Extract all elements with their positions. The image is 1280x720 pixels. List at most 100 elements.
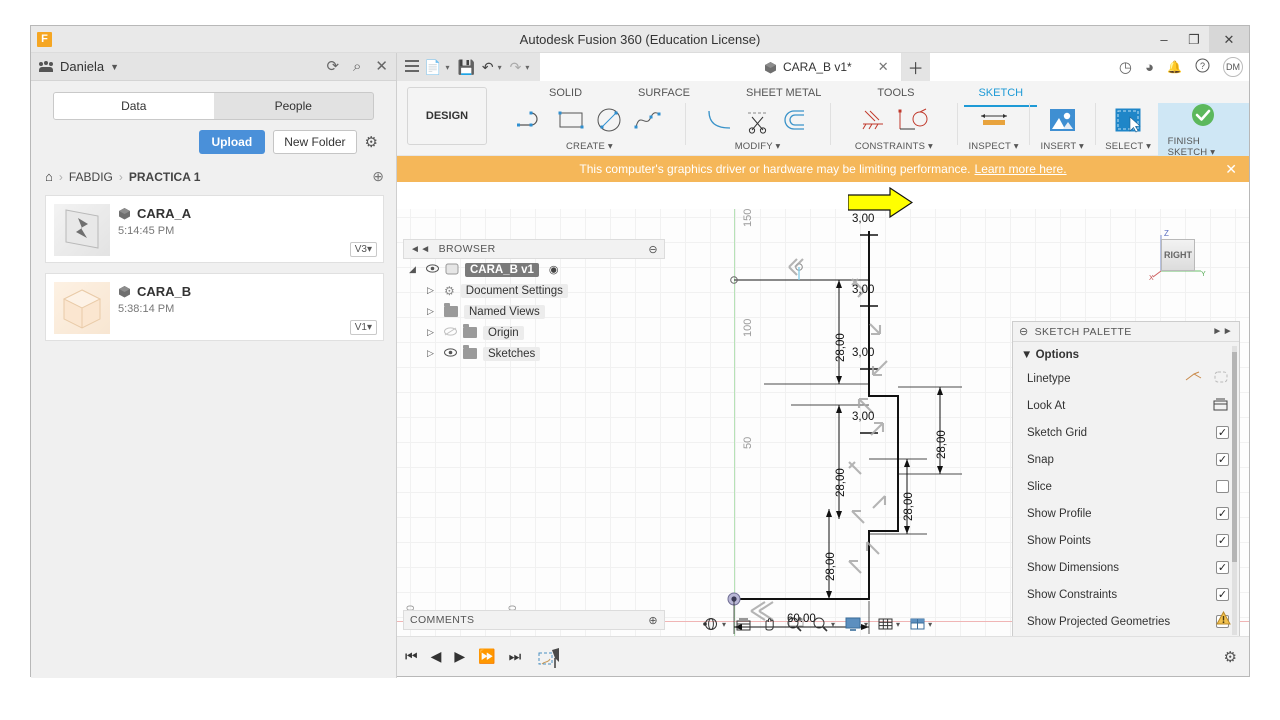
chevron-down-icon[interactable]: ▾: [864, 620, 868, 629]
search-icon[interactable]: ⌕: [353, 59, 361, 74]
palette-row-show-projected-geometries[interactable]: Show Projected Geometries ✓: [1013, 608, 1239, 635]
orbit-button[interactable]: ▾: [702, 616, 726, 632]
checkbox-show-profile[interactable]: ✓: [1216, 507, 1229, 520]
collapse-icon[interactable]: ◄◄: [410, 244, 431, 255]
sketch-feature-icon[interactable]: [538, 647, 560, 668]
globe-icon[interactable]: ⊕: [372, 168, 384, 185]
browser-row-named-views[interactable]: ▷ Named Views: [403, 301, 665, 322]
notifications-icon[interactable]: 🔔: [1167, 61, 1182, 73]
chevron-down-icon[interactable]: ▼: [110, 62, 119, 72]
checkbox-show-dimensions[interactable]: ✓: [1216, 561, 1229, 574]
select-tool-icon[interactable]: [1111, 105, 1145, 138]
trim-tool-icon[interactable]: [742, 105, 774, 138]
breadcrumb-item-practica[interactable]: PRACTICA 1: [129, 170, 201, 184]
home-icon[interactable]: ⌂: [45, 169, 53, 184]
undo-icon[interactable]: ↶: [480, 59, 496, 76]
view-cube[interactable]: Z X Y RIGHT: [1149, 227, 1209, 282]
warning-icon[interactable]: [1216, 610, 1231, 628]
chevron-down-icon[interactable]: ▾: [608, 141, 613, 152]
dimension-text[interactable]: 3,00: [852, 411, 874, 423]
look-at-button[interactable]: [735, 616, 752, 632]
offset-tool-icon[interactable]: [780, 105, 812, 138]
avatar[interactable]: DM: [1223, 57, 1243, 77]
checkbox-show-constraints[interactable]: ✓: [1216, 588, 1229, 601]
timeline-last-button[interactable]: ⏭: [509, 648, 522, 665]
chevron-down-icon[interactable]: ▾: [1079, 141, 1084, 152]
maximize-button[interactable]: ❐: [1179, 26, 1209, 53]
timeline-first-button[interactable]: ⏮: [405, 648, 418, 665]
close-button[interactable]: ✕: [1209, 26, 1249, 53]
chevron-down-icon[interactable]: ▾: [525, 63, 529, 72]
help-icon[interactable]: ?: [1195, 58, 1210, 76]
construction-linetype-icon[interactable]: [1213, 370, 1229, 387]
chevron-down-icon[interactable]: ▾: [928, 141, 933, 152]
file-icon[interactable]: 📄: [422, 59, 443, 76]
palette-options-icon[interactable]: ⊖: [1019, 325, 1029, 338]
insert-image-icon[interactable]: [1045, 105, 1079, 138]
zoom-window-button[interactable]: [786, 616, 803, 632]
comments-panel[interactable]: COMMENTS ⊕: [403, 610, 665, 630]
job-status-icon[interactable]: ◷: [1119, 60, 1132, 75]
grid-snaps-button[interactable]: ▾: [877, 616, 900, 632]
show-data-panel-icon[interactable]: [405, 60, 419, 74]
sketch-canvas[interactable]: 150 100 50 -150 -100 -50: [397, 209, 1249, 636]
breadcrumb-item-fabdig[interactable]: FABDIG: [69, 170, 113, 184]
banner-close-icon[interactable]: ✕: [1225, 161, 1237, 178]
file-card-cara-b[interactable]: CARA_B 5:38:14 PM V1▾: [45, 273, 384, 341]
checkbox-slice[interactable]: [1216, 480, 1229, 493]
dimension-text[interactable]: 28,00: [825, 552, 837, 581]
checkbox-sketch-grid[interactable]: ✓: [1216, 426, 1229, 439]
rectangle-tool-icon[interactable]: [555, 105, 587, 138]
spline-tool-icon[interactable]: [631, 105, 663, 138]
timeline-settings-icon[interactable]: ⚙: [1224, 648, 1237, 666]
activate-component-icon[interactable]: ◉: [549, 263, 559, 276]
visibility-icon[interactable]: [426, 263, 439, 276]
timeline-previous-button[interactable]: ◀: [431, 648, 442, 665]
palette-row-look-at[interactable]: Look At: [1013, 392, 1239, 419]
close-icon[interactable]: ✕: [878, 59, 889, 75]
new-folder-button[interactable]: New Folder: [273, 130, 357, 154]
version-badge[interactable]: V1▾: [349, 320, 377, 335]
browser-row-cara-b[interactable]: ◢ CARA_B v1 ◉: [403, 259, 665, 280]
version-badge[interactable]: V3▾: [349, 242, 377, 257]
timeline-play-button[interactable]: ▶: [454, 648, 465, 665]
chevron-down-icon[interactable]: ▾: [896, 620, 900, 629]
circle-tool-icon[interactable]: [593, 105, 625, 138]
fillet-tool-icon[interactable]: [704, 105, 736, 138]
ribbon-group-finish-sketch[interactable]: FINISH SKETCH ▾: [1157, 103, 1249, 158]
checkbox-show-points[interactable]: ✓: [1216, 534, 1229, 547]
user-name[interactable]: Daniela: [60, 59, 104, 74]
perpendicular-constraint-icon[interactable]: [895, 105, 929, 138]
expand-icon[interactable]: ▷: [427, 327, 438, 338]
recent-icon[interactable]: ◕: [1145, 60, 1154, 75]
document-tab-cara-b[interactable]: CARA_B v1* ✕: [752, 53, 902, 81]
comments-options-icon[interactable]: ⊕: [648, 614, 658, 627]
chevron-down-icon[interactable]: ▾: [1146, 141, 1151, 152]
dimension-text[interactable]: 28,00: [835, 333, 847, 362]
palette-row-show-dimensions[interactable]: Show Dimensions ✓: [1013, 554, 1239, 581]
tab-people[interactable]: People: [214, 93, 374, 119]
line-tool-icon[interactable]: [515, 105, 549, 138]
chevron-down-icon[interactable]: ▾: [928, 620, 932, 629]
fix-constraint-icon[interactable]: [859, 105, 889, 138]
dimension-text[interactable]: 28,00: [936, 430, 948, 459]
palette-scrollbar[interactable]: [1232, 346, 1237, 635]
chevron-down-icon[interactable]: ▾: [722, 620, 726, 629]
upload-button[interactable]: Upload: [198, 130, 266, 154]
palette-section-options[interactable]: ▼ Options: [1013, 342, 1239, 365]
view-cube-face[interactable]: RIGHT: [1161, 239, 1195, 271]
browser-row-origin[interactable]: ▷ Origin: [403, 322, 665, 343]
palette-row-linetype[interactable]: Linetype: [1013, 365, 1239, 392]
palette-row-slice[interactable]: Slice: [1013, 473, 1239, 500]
browser-options-icon[interactable]: ⊖: [648, 243, 658, 256]
palette-row-show-constraints[interactable]: Show Constraints ✓: [1013, 581, 1239, 608]
redo-icon[interactable]: ↷: [508, 59, 524, 76]
expand-icon[interactable]: ◢: [409, 264, 420, 275]
expand-icon[interactable]: ▷: [427, 306, 438, 317]
zoom-button[interactable]: ▾: [812, 616, 835, 632]
pan-button[interactable]: [761, 616, 777, 632]
gear-icon[interactable]: ⚙: [365, 133, 378, 151]
banner-learn-more-link[interactable]: Learn more here.: [975, 162, 1067, 176]
minimize-button[interactable]: –: [1149, 26, 1179, 53]
timeline-next-button[interactable]: ⏩: [478, 648, 495, 665]
